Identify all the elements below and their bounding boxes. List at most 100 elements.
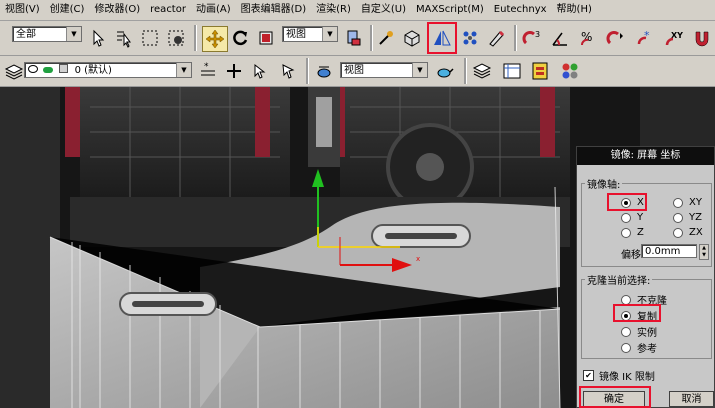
xy-axis-icon: XY: [665, 31, 683, 46]
cancel-button[interactable]: 取消: [669, 391, 714, 407]
radio-dot: [621, 342, 631, 353]
percent-snap-button[interactable]: %: [576, 26, 600, 50]
layer-list-button[interactable]: [470, 59, 494, 83]
axis-y-label: Y: [637, 212, 644, 223]
mirror-ik-checkbox[interactable]: ✔ 镜像 IK 限制: [583, 368, 655, 383]
gizmo-x-label: x: [416, 255, 421, 263]
menu-reactor[interactable]: reactor: [145, 0, 191, 20]
menu-view[interactable]: 视图(V): [0, 0, 45, 20]
quick-render-button[interactable]: [432, 59, 456, 83]
eye-icon: [28, 65, 38, 73]
select-move-button[interactable]: [202, 26, 228, 52]
mirror-ik-label: 镜像 IK 限制: [599, 372, 655, 383]
align-dots-icon: [463, 31, 477, 45]
menu-create[interactable]: 创建(C): [45, 0, 90, 20]
ok-button-highlight: [579, 386, 651, 408]
angle-snap-icon: [552, 32, 567, 46]
axis-radio-z[interactable]: Z: [621, 227, 644, 238]
plus-icon: [227, 64, 241, 78]
layer-color-swatch: [59, 64, 69, 73]
axis-yz-label: YZ: [689, 212, 702, 223]
select-list-icon: [117, 31, 131, 48]
render-view-value: 视图: [344, 65, 364, 76]
cursor-arrow-icon: [93, 29, 105, 47]
select-manipulate-button[interactable]: [374, 26, 398, 50]
radio-dot: [673, 227, 683, 238]
track-view-button[interactable]: [500, 59, 524, 83]
cursor-layer-icon: [254, 63, 266, 79]
rect-selection-button[interactable]: [138, 26, 162, 50]
clone-radio-instance[interactable]: 实例: [621, 324, 657, 339]
window-crossing-icon: [168, 30, 184, 46]
window-crossing-button[interactable]: [164, 26, 188, 50]
menu-help[interactable]: 帮助(H): [552, 0, 597, 20]
axis-radio-y[interactable]: Y: [621, 212, 643, 223]
sparkle-layers-icon: *: [201, 62, 215, 76]
svg-text:*: *: [204, 62, 209, 72]
mirror-axis-label: 镜像轴:: [585, 176, 623, 191]
spinner-snap-button[interactable]: [604, 26, 628, 50]
select-rotate-button[interactable]: [228, 26, 252, 50]
snap-toggle-button[interactable]: [400, 26, 424, 50]
render-setup-button[interactable]: [312, 59, 336, 83]
select-in-layer-button[interactable]: [248, 59, 272, 83]
set-current-layer-button[interactable]: [276, 59, 300, 83]
pivot-center-button[interactable]: [342, 26, 366, 50]
reference-coordinate-value: 视图: [286, 29, 306, 40]
svg-text:*: *: [644, 29, 650, 42]
offset-value: 0.0mm: [645, 246, 681, 257]
menu-eutechnyx[interactable]: Eutechnyx: [489, 0, 552, 20]
render-view-dropdown[interactable]: 视图 ▼: [340, 62, 428, 78]
align-button[interactable]: [458, 26, 482, 50]
xy-constraint-button[interactable]: XY: [662, 26, 686, 50]
axis-radio-xy[interactable]: XY: [673, 197, 702, 208]
snap-options-button[interactable]: *: [634, 26, 658, 50]
add-to-layer-button[interactable]: [222, 59, 246, 83]
toolbar-separator: [194, 25, 197, 51]
menu-customize[interactable]: 自定义(U): [356, 0, 411, 20]
layer-manager-button[interactable]: [2, 59, 26, 83]
mirror-dialog: 镜像: 屏幕 坐标 镜像轴: X XY Y YZ Z ZX 偏移: 0.0mm …: [576, 146, 715, 408]
layer-dropdown[interactable]: 0 (默认) ▼: [24, 62, 192, 78]
axis-zx-label: ZX: [689, 227, 703, 238]
curve-editor-icon: [503, 63, 521, 79]
axis-xy-label: XY: [689, 197, 702, 208]
array-button[interactable]: [484, 26, 508, 50]
layer-toolbar: 0 (默认) ▼ * 视图 ▼: [0, 56, 715, 87]
menu-animation[interactable]: 动画(A): [191, 0, 236, 20]
axis-radio-yz[interactable]: YZ: [673, 212, 702, 223]
clone-radio-reference[interactable]: 参考: [621, 340, 657, 355]
menu-maxscript[interactable]: MAXScript(M): [411, 0, 489, 20]
dialog-title[interactable]: 镜像: 屏幕 坐标: [577, 147, 714, 165]
clone-selection-label: 克隆当前选择:: [585, 272, 653, 287]
rotate-icon: [233, 30, 248, 46]
toolbar-separator: [306, 58, 309, 84]
selection-filter-value: 全部: [16, 29, 36, 40]
named-selection-button[interactable]: [690, 26, 714, 50]
select-scale-button[interactable]: [254, 26, 278, 50]
select-object-button[interactable]: [86, 26, 110, 50]
select-by-name-button[interactable]: [112, 26, 136, 50]
stacked-layers-icon: [472, 63, 492, 79]
axis-x-highlight: [607, 193, 647, 211]
pencil-icon: [489, 30, 505, 47]
offset-spinner[interactable]: ▲ ▼: [699, 244, 709, 260]
chevron-down-icon: ▼: [176, 63, 191, 77]
snap-3d-button[interactable]: 3: [520, 26, 544, 50]
material-editor-button[interactable]: [558, 59, 582, 83]
menu-modifiers[interactable]: 修改器(O): [89, 0, 145, 20]
menu-graph-editors[interactable]: 图表编辑器(D): [236, 0, 312, 20]
reference-coordinate-dropdown[interactable]: 视图 ▼: [282, 26, 338, 42]
radio-dot: [621, 212, 631, 223]
checkbox-checked-icon: ✔: [583, 370, 594, 381]
angle-snap-button[interactable]: [548, 26, 572, 50]
axis-radio-zx[interactable]: ZX: [673, 227, 703, 238]
schematic-view-button[interactable]: [528, 59, 552, 83]
selection-filter-dropdown[interactable]: 全部 ▼: [12, 26, 82, 42]
create-layer-button[interactable]: *: [196, 59, 220, 83]
menu-rendering[interactable]: 渲染(R): [311, 0, 356, 20]
offset-input[interactable]: 0.0mm: [641, 244, 697, 258]
layers-icon: [4, 64, 24, 80]
scale-icon: [259, 31, 273, 45]
magnet-icon: [695, 31, 709, 47]
